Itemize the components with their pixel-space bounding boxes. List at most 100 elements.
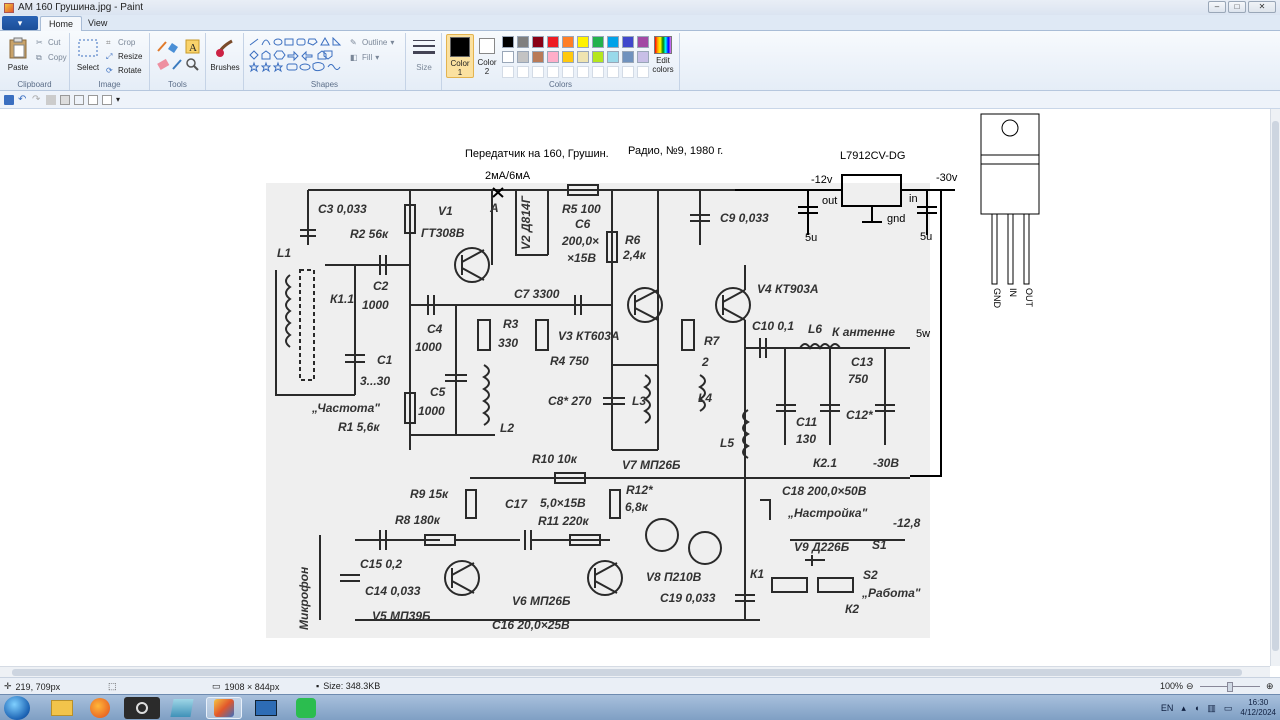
tab-view[interactable]: View [80, 16, 115, 31]
minimize-button[interactable]: – [1208, 1, 1226, 13]
network-icon[interactable]: ▥ [1207, 703, 1216, 714]
eraser-icon[interactable] [157, 58, 170, 70]
tab-home[interactable]: Home [40, 16, 83, 31]
palette-swatch[interactable] [502, 66, 514, 78]
svg-text:3...30: 3...30 [360, 374, 390, 388]
size-button[interactable]: Size [410, 37, 438, 72]
shapes-gallery[interactable] [248, 37, 348, 77]
fill-dropdown[interactable]: ◧ Fill ▾ [350, 53, 379, 62]
select-button[interactable]: Select [74, 37, 102, 72]
crop-icon: ⌗ [106, 38, 111, 47]
palette-swatch[interactable] [547, 51, 559, 63]
palette-swatch[interactable] [577, 66, 589, 78]
file-menu-button[interactable]: ▾ [2, 16, 38, 30]
cap-left-label: 5u [805, 232, 817, 244]
rotate-button[interactable]: ⟳ Rotate [106, 66, 142, 75]
crop-button[interactable]: ⌗ Crop [106, 38, 135, 47]
firefox-taskbar-icon[interactable] [82, 697, 118, 719]
palette-swatch[interactable] [607, 36, 619, 48]
camera-taskbar-icon[interactable] [124, 697, 160, 719]
zoom-out-button[interactable]: ⊖ [1186, 681, 1194, 692]
tray-expand-icon[interactable]: ▴ [1181, 703, 1186, 714]
outline-dropdown[interactable]: ✎ Outline ▾ [350, 38, 394, 47]
palette-swatch[interactable] [517, 66, 529, 78]
palette-swatch[interactable] [547, 66, 559, 78]
horizontal-scrollbar[interactable] [0, 666, 1270, 677]
color-picker-icon[interactable] [172, 59, 182, 70]
palette-swatch[interactable] [562, 51, 574, 63]
app-taskbar-icon[interactable] [164, 697, 200, 719]
brushes-button[interactable]: Brushes [208, 37, 242, 72]
clock[interactable]: 16:30 4/12/2024 [1240, 698, 1276, 718]
language-indicator[interactable]: EN [1161, 703, 1174, 713]
palette-swatch[interactable] [592, 36, 604, 48]
regulator-label: L7912CV-DG [840, 150, 905, 162]
explorer-taskbar-icon[interactable] [44, 697, 80, 719]
svg-text:К2.1: К2.1 [813, 456, 837, 470]
palette-swatch[interactable] [607, 51, 619, 63]
palette-swatch[interactable] [532, 51, 544, 63]
edit-colors-button[interactable]: Edit colors [648, 36, 678, 74]
svg-text:L4: L4 [698, 391, 712, 405]
pencil-icon[interactable] [157, 41, 167, 52]
email-icon[interactable] [74, 94, 84, 105]
palette-swatch[interactable] [607, 66, 619, 78]
svg-text:C11: C11 [796, 415, 817, 429]
palette-swatch[interactable] [517, 36, 529, 48]
save-icon[interactable] [4, 94, 14, 105]
maximize-button[interactable]: □ [1228, 1, 1246, 13]
palette-swatch[interactable] [532, 66, 544, 78]
palette-swatch[interactable] [532, 36, 544, 48]
text-icon[interactable]: A [185, 39, 200, 54]
customize-qat-icon[interactable]: ▾ [116, 95, 126, 105]
fill-icon[interactable] [168, 43, 178, 53]
palette-swatch[interactable] [592, 66, 604, 78]
palette-swatch[interactable] [562, 36, 574, 48]
green-app-taskbar-icon[interactable] [288, 697, 324, 719]
paint-taskbar-icon[interactable] [206, 697, 242, 719]
svg-text:ГТ308В: ГТ308В [421, 226, 465, 240]
undo-icon[interactable]: ↶ [18, 94, 28, 105]
palette-swatch[interactable] [502, 36, 514, 48]
palette-swatch[interactable] [622, 36, 634, 48]
palette-swatch[interactable] [622, 51, 634, 63]
copy-button[interactable]: ⧉ Copy [36, 53, 67, 62]
resize-button[interactable]: ⤢ Resize [106, 52, 142, 61]
print-preview-icon[interactable] [60, 94, 70, 105]
canvas-area[interactable]: Передатчик на 160, Грушин. Радио, №9, 19… [0, 109, 1270, 666]
palette-swatch[interactable] [517, 51, 529, 63]
cut-button[interactable]: ✂ Cut [36, 38, 60, 47]
start-button[interactable] [4, 696, 30, 720]
print-icon[interactable] [46, 94, 56, 105]
palette-swatch[interactable] [502, 51, 514, 63]
svg-text:V2 Д814Г: V2 Д814Г [519, 195, 533, 250]
palette-swatch[interactable] [577, 36, 589, 48]
color-palette[interactable] [502, 36, 649, 78]
close-button[interactable]: ✕ [1248, 1, 1276, 13]
svg-text:К антенне: К антенне [832, 325, 895, 339]
battery-icon[interactable]: ▭ [1224, 703, 1233, 714]
zoom-in-button[interactable]: ⊕ [1266, 681, 1274, 692]
tools-group: A Tools [150, 33, 206, 90]
schematic-image[interactable]: Передатчик на 160, Грушин. Радио, №9, 19… [0, 109, 1270, 666]
zoom-slider-thumb[interactable] [1227, 682, 1233, 692]
callout-oval-icon [299, 63, 311, 71]
palette-swatch[interactable] [562, 66, 574, 78]
magnifier-icon[interactable] [186, 58, 199, 71]
open-icon[interactable] [102, 94, 112, 105]
new-icon[interactable] [88, 94, 98, 105]
palette-swatch[interactable] [577, 51, 589, 63]
volume-icon[interactable]: ◖ [1194, 703, 1199, 713]
paste-button[interactable]: Paste [4, 37, 32, 72]
svg-text:V4 КТ903А: V4 КТ903А [757, 282, 819, 296]
palette-swatch[interactable] [622, 66, 634, 78]
crosshair-icon: ✛ [4, 681, 12, 691]
window-taskbar-icon[interactable] [248, 697, 284, 719]
palette-swatch[interactable] [592, 51, 604, 63]
svg-text:C1: C1 [377, 353, 393, 367]
color1-button[interactable]: Color 1 [446, 34, 474, 78]
vertical-scrollbar[interactable] [1270, 109, 1280, 666]
redo-icon[interactable]: ↷ [32, 94, 42, 105]
color2-button[interactable]: Color 2 [476, 36, 498, 76]
palette-swatch[interactable] [547, 36, 559, 48]
